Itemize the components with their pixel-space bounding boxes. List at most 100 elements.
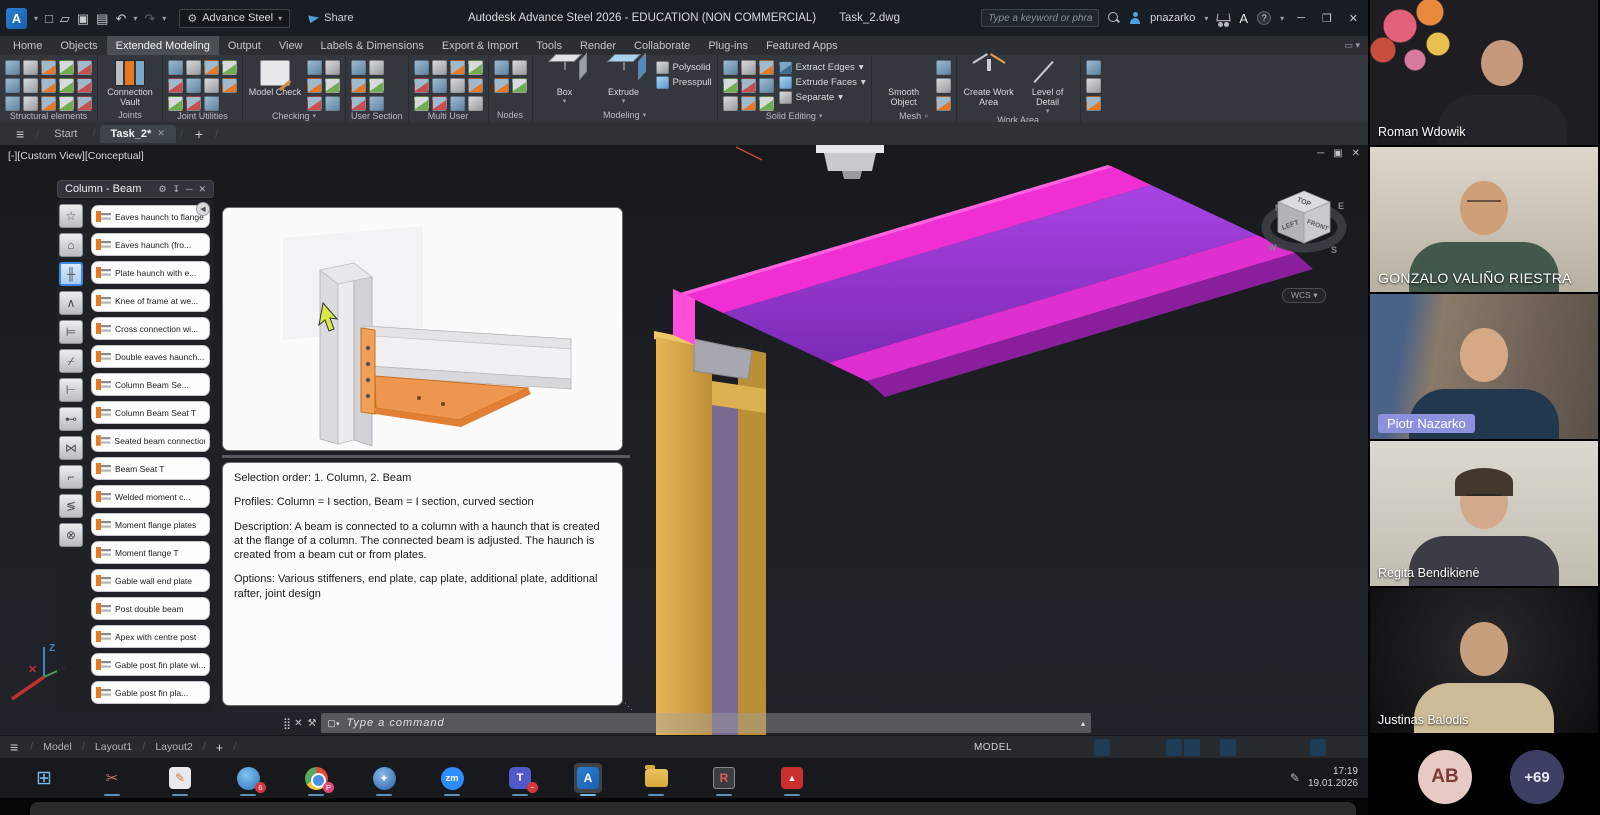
panel-label-mesh[interactable]: Mesh» [877, 111, 951, 122]
ribbon-tool-icon[interactable] [186, 60, 201, 75]
polysolid-button[interactable]: Polysolid [656, 61, 712, 74]
command-expand-icon[interactable]: ▴ [1081, 719, 1085, 728]
ribbon-tool-icon[interactable] [936, 96, 951, 111]
clean-screen-icon[interactable] [1328, 739, 1344, 756]
ribbon-tool-icon[interactable] [41, 78, 56, 93]
ribbon-tool-icon[interactable] [936, 78, 951, 93]
ribbon-tool-icon[interactable] [468, 78, 483, 93]
participants-overflow-count[interactable]: +69 [1510, 750, 1564, 804]
ribbon-tool-icon[interactable] [741, 60, 756, 75]
viewport-restore-icon[interactable]: ▣ [1333, 148, 1342, 159]
ribbon-tool-icon[interactable] [369, 60, 384, 75]
ribbon-tool-icon[interactable] [204, 96, 219, 111]
object-snap-icon[interactable] [1184, 739, 1200, 756]
ribbon-tool-icon[interactable] [1086, 78, 1101, 93]
panel-label-multi-user[interactable]: Multi User [414, 111, 483, 122]
ribbon-tool-icon[interactable] [307, 60, 322, 75]
ribbon-tool-icon[interactable] [414, 78, 429, 93]
special[interactable]: ≶ [59, 494, 83, 518]
zoom-app[interactable]: zm [438, 763, 466, 793]
view-cube-graphic[interactable]: N E S W TOP LEFT FRONT [1258, 171, 1354, 289]
joint-type-item[interactable]: Gable post fin plate wi... [91, 653, 210, 676]
signed-in-user[interactable]: pnazarko [1150, 12, 1195, 24]
joint-type-item[interactable]: Post double beam [91, 597, 210, 620]
joint-type-item[interactable]: Gable post fin pla... [91, 681, 210, 704]
save-icon[interactable]: ▣ [77, 12, 89, 25]
plates[interactable]: ⌿ [59, 349, 83, 373]
ribbon-tool-icon[interactable] [186, 78, 201, 93]
ribbon-display-toggle-icon[interactable]: ▭ ▾ [1336, 36, 1368, 55]
welds[interactable]: ⊗ [59, 523, 83, 547]
ribbon-tool-icon[interactable] [5, 60, 20, 75]
seats[interactable]: ⌐ [59, 465, 83, 489]
participant-video-tile[interactable]: Roman Wdowik [1370, 0, 1598, 145]
search-icon[interactable] [1108, 12, 1120, 24]
compass-w[interactable]: W [1268, 243, 1277, 253]
level-of-detail-button[interactable]: Level of Detail ▾ [1021, 57, 1075, 115]
joint-type-item[interactable]: Welded moment c... [91, 485, 210, 508]
fin-plates[interactable]: ⊢ [59, 378, 83, 402]
participant-video-tile[interactable]: Justinas Balodis [1370, 588, 1598, 733]
beam-splices[interactable]: ⊨ [59, 320, 83, 344]
model-check-button[interactable]: Model Check [248, 57, 302, 98]
ribbon-tool-icon[interactable] [5, 96, 20, 111]
ribbon-tool-icon[interactable] [1086, 60, 1101, 75]
ortho-mode-icon[interactable] [1130, 739, 1146, 756]
layout-tab[interactable]: Layout2 [147, 739, 200, 755]
help-search-input[interactable] [981, 9, 1099, 27]
panel-label-solid-editing[interactable]: Solid Editing▾ [723, 111, 866, 122]
panel-label-modeling[interactable]: Modeling▾ [538, 109, 712, 122]
ribbon-tool-icon[interactable] [723, 96, 738, 111]
compass-e[interactable]: E [1338, 201, 1344, 211]
share-button[interactable]: Share [309, 12, 353, 24]
layout-menu-icon[interactable]: ≡ [0, 739, 28, 755]
ribbon-tool-icon[interactable] [450, 60, 465, 75]
ribbon-tool-icon[interactable] [1086, 96, 1101, 111]
restore-button[interactable]: ❐ [1318, 12, 1336, 25]
user-avatar-icon[interactable] [1129, 12, 1141, 24]
panel-label-nodes[interactable]: Nodes [494, 109, 527, 122]
joint-type-item[interactable]: Moment flange plates [91, 513, 210, 536]
palette-close-icon[interactable]: ✕ [198, 184, 206, 195]
revit-app[interactable]: R [710, 763, 738, 793]
ribbon-tool-icon[interactable] [41, 96, 56, 111]
ribbon-tool-icon[interactable] [77, 78, 92, 93]
command-bar[interactable]: ▢▾ ▴ [321, 713, 1091, 733]
layout-tab[interactable]: Model [35, 739, 80, 755]
favorites[interactable]: ☆ [59, 204, 83, 228]
joint-type-item[interactable]: Column Beam Se... [91, 373, 210, 396]
smooth-object-button[interactable]: Smooth Object [877, 57, 931, 108]
ribbon-tool-icon[interactable] [77, 60, 92, 75]
create-work-area-button[interactable]: Create Work Area [962, 57, 1016, 108]
far-steel-plate[interactable] [816, 145, 884, 153]
palette-splitter[interactable] [222, 455, 630, 458]
isolate-objects-icon[interactable] [1292, 739, 1308, 756]
model-viewport[interactable]: [-][Custom View][Conceptual] ─ ▣ ✕ N E S… [0, 145, 1368, 735]
ribbon-tool-icon[interactable] [414, 96, 429, 111]
palette-pin-icon[interactable]: ↧ [173, 184, 181, 195]
ribbon-tool-icon[interactable] [432, 60, 447, 75]
joint-type-item[interactable]: Cross connection wi... [91, 317, 210, 340]
snap-caret-icon[interactable] [1058, 739, 1074, 756]
joint-type-item[interactable]: Beam Seat T [91, 457, 210, 480]
viewport-corner-label[interactable]: [-][Custom View][Conceptual] [8, 150, 144, 162]
ribbon-tool-icon[interactable] [186, 96, 201, 111]
palette-header[interactable]: Column - Beam ⚙ ↧ ─ ✕ [57, 180, 214, 198]
box-button[interactable]: Box ▾ [538, 57, 592, 106]
ribbon-tool-icon[interactable] [307, 96, 322, 111]
ribbon-tool-icon[interactable] [512, 78, 527, 93]
doc-tab-start[interactable]: Start [43, 125, 88, 143]
joint-type-item[interactable]: Seated beam connection [91, 429, 210, 452]
doc-tab-task2[interactable]: Task_2* ✕ [100, 125, 176, 143]
object-snap-caret-icon[interactable] [1202, 739, 1218, 756]
ribbon-tool-icon[interactable] [450, 78, 465, 93]
ribbon-tool-icon[interactable] [325, 78, 340, 93]
file-explorer[interactable] [642, 763, 670, 793]
ribbon-tool-icon[interactable] [468, 60, 483, 75]
app-menu-button[interactable]: A [6, 8, 27, 29]
extract-edges-button[interactable]: Extract Edges ▾ [779, 61, 866, 74]
wcs-selector[interactable]: WCS ▾ [1282, 288, 1326, 303]
dynamic-input-icon[interactable] [1094, 739, 1110, 756]
ribbon-tool-icon[interactable] [450, 96, 465, 111]
panel-label-structural-elements[interactable]: Structural elements [5, 111, 92, 122]
